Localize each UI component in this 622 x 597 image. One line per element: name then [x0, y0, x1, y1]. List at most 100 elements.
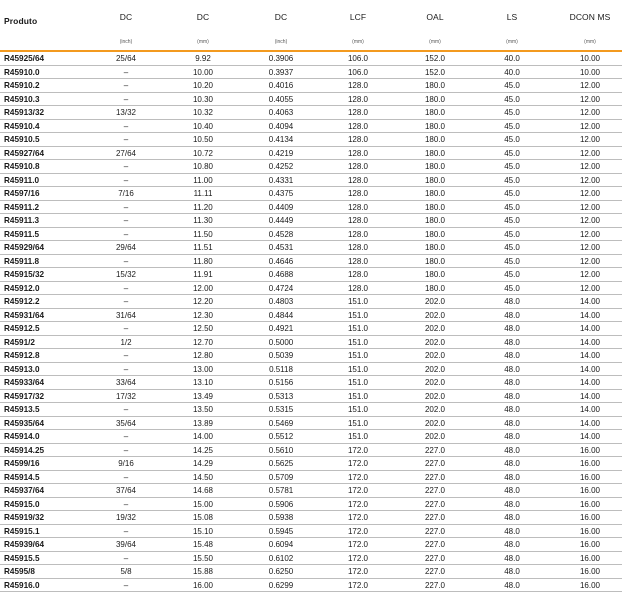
- cell-dc-inch-decimal: 0.4646: [268, 256, 294, 266]
- table-body: R45925/64 25/64 9.92 0.3906 106.0 152.0 40.0 10…: [0, 52, 622, 592]
- cell-ls: 48.0: [504, 324, 520, 333]
- cell-dc-mm: 13.00: [192, 364, 214, 374]
- header-unit: (mm): [429, 39, 441, 45]
- cell-oal: 202.0: [424, 405, 446, 414]
- cell-ls: 48.0: [504, 486, 520, 495]
- cell-dc-mm: 10.32: [192, 108, 214, 117]
- cell-ls: 48.0: [504, 310, 520, 320]
- cell-oal: 227.0: [424, 472, 446, 482]
- cell-dcon-ms: 14.00: [579, 324, 601, 333]
- header-produto: Produto: [0, 0, 90, 50]
- cell-lcf: 151.0: [347, 324, 369, 333]
- cell-produto: R4599/16: [4, 459, 40, 468]
- cell-dc-inch-decimal: 0.4094: [268, 121, 294, 131]
- cell-dc-inch-fraction: –: [123, 229, 129, 239]
- cell-produto: R45915.0: [4, 499, 40, 509]
- cell-produto: R4591/2: [4, 337, 35, 347]
- cell-dc-mm: 9.92: [195, 54, 211, 63]
- cell-ls: 48.0: [504, 297, 520, 306]
- cell-dc-inch-decimal: 0.4409: [268, 202, 294, 212]
- cell-oal: 227.0: [424, 526, 446, 536]
- cell-lcf: 128.0: [347, 175, 369, 185]
- cell-dcon-ms: 12.00: [579, 148, 601, 158]
- table-row: R4599/16 9/16 14.29 0.5625 172.0 227.0 48.0 16.…: [0, 457, 622, 471]
- cell-dc-inch-fraction: 5/8: [120, 567, 132, 576]
- cell-ls: 45.0: [504, 81, 520, 90]
- cell-lcf: 172.0: [347, 580, 369, 590]
- cell-lcf: 128.0: [347, 229, 369, 239]
- cell-lcf: 172.0: [347, 567, 369, 576]
- cell-dc-inch-decimal: 0.5469: [268, 418, 294, 428]
- cell-oal: 227.0: [424, 580, 446, 590]
- cell-dc-inch-fraction: –: [123, 81, 129, 90]
- cell-lcf: 151.0: [347, 364, 369, 374]
- table-row: R45912.8 – 12.80 0.5039 151.0 202.0 48.0 14.00: [0, 349, 622, 363]
- cell-oal: 227.0: [424, 513, 446, 522]
- cell-dc-mm: 16.00: [192, 580, 214, 590]
- cell-produto: R45910.3: [4, 94, 40, 104]
- cell-lcf: 128.0: [347, 216, 369, 225]
- cell-dcon-ms: 16.00: [579, 445, 601, 455]
- cell-dc-inch-decimal: 0.4055: [268, 94, 294, 104]
- cell-dcon-ms: 16.00: [579, 567, 601, 576]
- cell-produto: R45915.5: [4, 553, 40, 563]
- cell-oal: 180.0: [424, 202, 446, 212]
- cell-lcf: 172.0: [347, 526, 369, 536]
- cell-produto: R45914.25: [4, 445, 45, 455]
- table-row: R45915.5 – 15.50 0.6102 172.0 227.0 48.0 16.00: [0, 552, 622, 565]
- cell-oal: 180.0: [424, 148, 446, 158]
- table-row: R45914.0 – 14.00 0.5512 151.0 202.0 48.0 14.00: [0, 430, 622, 444]
- cell-dc-mm: 11.30: [193, 216, 213, 225]
- cell-lcf: 172.0: [347, 445, 369, 455]
- table-row: R45917/32 17/32 13.49 0.5313 151.0 202.0 48.0 1…: [0, 390, 622, 403]
- cell-oal: 180.0: [424, 121, 446, 131]
- cell-dc-inch-fraction: –: [123, 135, 129, 144]
- cell-dc-inch-decimal: 0.4803: [268, 297, 294, 306]
- cell-ls: 48.0: [504, 418, 520, 428]
- cell-dc-inch-fraction: 13/32: [115, 108, 137, 117]
- cell-produto: R45914.5: [4, 472, 40, 482]
- cell-lcf: 128.0: [347, 148, 369, 158]
- cell-ls: 45.0: [504, 243, 520, 252]
- cell-dc-inch-fraction: 17/32: [115, 391, 137, 401]
- cell-dc-inch-fraction: –: [123, 121, 129, 131]
- cell-lcf: 151.0: [347, 432, 369, 441]
- cell-dc-mm: 15.88: [192, 567, 214, 576]
- cell-dcon-ms: 14.00: [579, 432, 601, 441]
- cell-lcf: 172.0: [347, 513, 369, 522]
- cell-ls: 48.0: [504, 553, 520, 563]
- cell-dc-inch-decimal: 0.4134: [268, 135, 294, 144]
- cell-dcon-ms: 12.00: [579, 270, 601, 279]
- table-row: R45910.0 – 10.00 0.3937 106.0 152.0 40.0 10.00: [0, 66, 622, 79]
- cell-dc-mm: 11.20: [193, 202, 213, 212]
- cell-dc-mm: 15.08: [192, 513, 214, 522]
- cell-ls: 45.0: [504, 216, 520, 225]
- cell-dc-inch-decimal: 0.4528: [268, 229, 294, 239]
- cell-ls: 45.0: [504, 148, 520, 158]
- cell-dc-inch-fraction: 29/64: [115, 243, 137, 252]
- header-unit: (inch): [274, 39, 288, 45]
- cell-dcon-ms: 12.00: [579, 135, 601, 144]
- cell-dcon-ms: 14.00: [579, 351, 601, 360]
- cell-ls: 48.0: [504, 337, 520, 347]
- header-title: DC: [196, 12, 210, 22]
- cell-dc-inch-fraction: –: [123, 472, 129, 482]
- cell-oal: 202.0: [424, 310, 446, 320]
- cell-dc-inch-fraction: 19/32: [115, 513, 137, 522]
- cell-oal: 202.0: [424, 364, 446, 374]
- cell-produto: R45912.2: [4, 297, 40, 306]
- cell-dcon-ms: 10.00: [579, 67, 601, 77]
- cell-oal: 180.0: [424, 229, 446, 239]
- cell-ls: 48.0: [504, 378, 520, 387]
- table-row: R45919/32 19/32 15.08 0.5938 172.0 227.0 48.0 1…: [0, 511, 622, 525]
- product-spec-table: Produto DC (inch) DC (mm) DC (inch) LCF (mm) OAL (…: [0, 0, 622, 592]
- cell-dcon-ms: 12.00: [579, 175, 601, 185]
- cell-dc-inch-fraction: –: [123, 297, 129, 306]
- cell-dcon-ms: 16.00: [579, 540, 601, 549]
- cell-dc-inch-fraction: –: [123, 283, 129, 293]
- table-row: R45916.0 – 16.00 0.6299 172.0 227.0 48.0 16.00: [0, 579, 622, 592]
- cell-oal: 180.0: [424, 94, 446, 104]
- table-row: R45912.0 – 12.00 0.4724 128.0 180.0 45.0 12.00: [0, 282, 622, 295]
- header-title: DC: [119, 12, 133, 22]
- table-row: R45911.3 – 11.30 0.4449 128.0 180.0 45.0 12.00: [0, 214, 622, 228]
